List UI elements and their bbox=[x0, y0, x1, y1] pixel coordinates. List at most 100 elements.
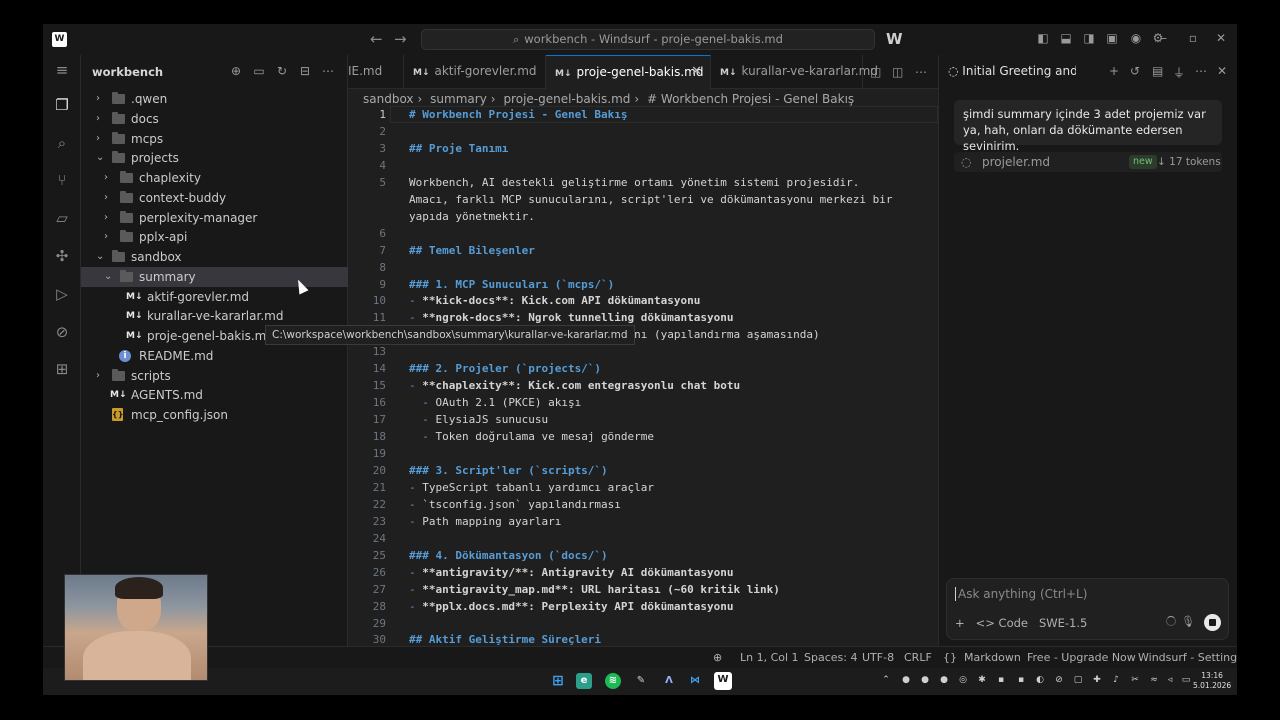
clipboard-icon[interactable]: ▤ bbox=[1152, 64, 1163, 78]
chevron-right-icon[interactable]: › bbox=[104, 188, 114, 208]
chevron-right-icon[interactable]: › bbox=[96, 366, 106, 386]
chevron-right-icon[interactable]: › bbox=[96, 109, 106, 129]
indentation[interactable]: Spaces: 4 bbox=[804, 651, 857, 664]
tree-item[interactable]: › docs bbox=[81, 109, 348, 129]
tray-spotify-icon[interactable]: ● bbox=[939, 675, 949, 685]
tray-app-icon[interactable]: ✚ bbox=[1092, 675, 1102, 685]
tree-item[interactable]: ⌄ projects bbox=[81, 148, 348, 168]
toggle-panel-icon[interactable]: ⬓ bbox=[1059, 31, 1073, 45]
close-window-icon[interactable]: ✕ bbox=[1214, 31, 1228, 45]
source-control-icon[interactable]: ⑂ bbox=[52, 170, 72, 190]
tree-item[interactable]: › scripts bbox=[81, 366, 348, 386]
restore-icon[interactable]: ▫ bbox=[1186, 31, 1200, 45]
layout-icon[interactable]: ▣ bbox=[1105, 31, 1119, 45]
run-debug-icon[interactable]: ▷ bbox=[52, 284, 72, 304]
model-selector[interactable]: SWE-1.5 bbox=[1039, 616, 1087, 630]
tree-item[interactable]: › mcps bbox=[81, 129, 348, 149]
back-arrow-icon[interactable]: ← bbox=[370, 30, 383, 48]
encoding[interactable]: UTF-8 bbox=[862, 651, 894, 664]
tree-item[interactable]: ⌄ sandbox bbox=[81, 247, 348, 267]
tree-item[interactable]: i README.md bbox=[81, 346, 348, 366]
map-icon[interactable]: ▱ bbox=[52, 208, 72, 228]
cursor-position[interactable]: Ln 1, Col 1 bbox=[740, 651, 799, 664]
tab-kurallar-ve-kararlar[interactable]: M↓ kurallar-ve-kararlar.md bbox=[711, 55, 878, 89]
breadcrumb-item[interactable]: # Workbench Projesi - Genel Bakış bbox=[647, 92, 854, 106]
upgrade-link[interactable]: Free - Upgrade Now bbox=[1027, 651, 1136, 664]
edge-icon[interactable]: e bbox=[576, 673, 592, 689]
new-file-icon[interactable]: ⊕ bbox=[229, 64, 243, 78]
chevron-down-icon[interactable]: ⌄ bbox=[104, 267, 114, 287]
tray-app-icon[interactable]: ⊘ bbox=[1054, 675, 1064, 685]
tree-item[interactable]: › chaplexity bbox=[81, 168, 348, 188]
generated-file-item[interactable]: ◌ projeler.md new ↓ 17 tokens bbox=[954, 152, 1222, 172]
tab-proje-genel-bakis[interactable]: M↓ proje-genel-bakis.md ✕ bbox=[546, 55, 711, 89]
tray-chevron-icon[interactable]: ⌃ bbox=[881, 675, 891, 685]
stop-button[interactable] bbox=[1204, 614, 1221, 631]
extensions-icon[interactable]: ⊞ bbox=[52, 359, 72, 379]
tree-item[interactable]: M↓ kurallar-ve-kararlar.md bbox=[81, 306, 348, 326]
antigravity-icon[interactable]: Λ bbox=[661, 673, 677, 689]
line-ending[interactable]: CRLF bbox=[904, 651, 932, 664]
collapse-all-icon[interactable]: ⊟ bbox=[298, 64, 312, 78]
spotify-icon[interactable]: ≋ bbox=[605, 673, 621, 689]
forward-arrow-icon[interactable]: → bbox=[394, 30, 407, 48]
zoom-icon[interactable]: ⊕ bbox=[713, 651, 722, 664]
chat-more-icon[interactable]: ⋯ bbox=[1195, 64, 1207, 78]
tray-app-icon[interactable]: ▢ bbox=[1073, 675, 1083, 685]
tray-app-icon[interactable]: ● bbox=[901, 675, 911, 685]
editor-more-icon[interactable]: ⋯ bbox=[915, 65, 927, 79]
chevron-right-icon[interactable]: › bbox=[96, 89, 106, 109]
chat-input[interactable]: Ask anything (Ctrl+L) bbox=[955, 587, 1087, 601]
chevron-down-icon[interactable]: ⌄ bbox=[96, 148, 106, 168]
minimize-icon[interactable]: – bbox=[1157, 31, 1171, 45]
explorer-icon[interactable]: ❐ bbox=[52, 95, 72, 115]
tab-aktif-gorevler[interactable]: M↓ aktif-gorevler.md bbox=[404, 55, 546, 89]
chevron-right-icon[interactable]: › bbox=[104, 227, 114, 247]
tray-app-icon[interactable]: ● bbox=[920, 675, 930, 685]
menu-icon[interactable]: ≡ bbox=[52, 60, 72, 80]
account-icon[interactable]: ◉ bbox=[1129, 31, 1143, 45]
battery-icon[interactable]: ▭ bbox=[1181, 675, 1191, 685]
windsurf-wave-icon[interactable]: W bbox=[886, 30, 902, 48]
clock[interactable]: 13:16 5.01.2026 bbox=[1193, 671, 1231, 691]
new-folder-icon[interactable]: ▭ bbox=[252, 64, 266, 78]
more-actions-icon[interactable]: ⋯ bbox=[321, 64, 335, 78]
breadcrumb-item[interactable]: proje-genel-bakis.md bbox=[503, 92, 630, 106]
split-editor-icon[interactable]: ◫ bbox=[892, 65, 903, 79]
windsurf-settings[interactable]: Windsurf - Settings bbox=[1138, 651, 1237, 664]
history-icon[interactable]: ↺ bbox=[1130, 64, 1140, 78]
chevron-right-icon[interactable]: › bbox=[96, 129, 106, 149]
tray-app-icon[interactable]: ◐ bbox=[1035, 675, 1045, 685]
close-tab-icon[interactable]: ✕ bbox=[691, 56, 702, 88]
refresh-icon[interactable]: ↻ bbox=[275, 64, 289, 78]
windsurf-taskbar-icon[interactable]: W bbox=[714, 672, 732, 690]
add-context-icon[interactable]: + bbox=[955, 616, 965, 630]
remote-icon[interactable]: ⊘ bbox=[52, 322, 72, 342]
command-center[interactable]: ⌕ workbench - Windsurf - proje-genel-baki… bbox=[421, 29, 875, 50]
chevron-down-icon[interactable]: ⌄ bbox=[96, 247, 106, 267]
tray-mic-icon[interactable]: ♪ bbox=[1111, 675, 1121, 685]
chevron-right-icon[interactable]: › bbox=[104, 168, 114, 188]
chevron-right-icon[interactable]: › bbox=[104, 208, 114, 228]
tree-item[interactable]: › perplexity-manager bbox=[81, 208, 348, 228]
extensions-puzzle-icon[interactable]: ✣ bbox=[52, 246, 72, 266]
search-icon[interactable]: ⌕ bbox=[52, 133, 72, 153]
new-chat-icon[interactable]: + bbox=[1109, 64, 1119, 78]
tab-readme[interactable]: IE.md bbox=[348, 55, 404, 89]
tray-app-icon[interactable]: ▪ bbox=[1016, 675, 1026, 685]
toggle-sidebar-icon[interactable]: ◧ bbox=[1036, 31, 1050, 45]
tray-app-icon[interactable]: ✱ bbox=[977, 675, 987, 685]
tray-app-icon[interactable]: ◎ bbox=[958, 675, 968, 685]
vscode-icon[interactable]: ⋈ bbox=[687, 673, 703, 689]
tree-item[interactable]: › pplx-api bbox=[81, 227, 348, 247]
toggle-secondary-sidebar-icon[interactable]: ◨ bbox=[1082, 31, 1096, 45]
breadcrumb-item[interactable]: sandbox bbox=[363, 92, 414, 106]
plug-icon[interactable]: ⏚ bbox=[1173, 64, 1185, 81]
breadcrumb-item[interactable]: summary bbox=[430, 92, 487, 106]
tree-item[interactable]: › context-buddy bbox=[81, 188, 348, 208]
notes-icon[interactable]: ✎ bbox=[633, 673, 649, 689]
tree-item[interactable]: › .qwen bbox=[81, 89, 348, 109]
wifi-icon[interactable]: ≈ bbox=[1149, 675, 1159, 685]
close-panel-icon[interactable]: ✕ bbox=[1217, 64, 1227, 78]
tree-item[interactable]: {} mcp_config.json bbox=[81, 405, 348, 425]
